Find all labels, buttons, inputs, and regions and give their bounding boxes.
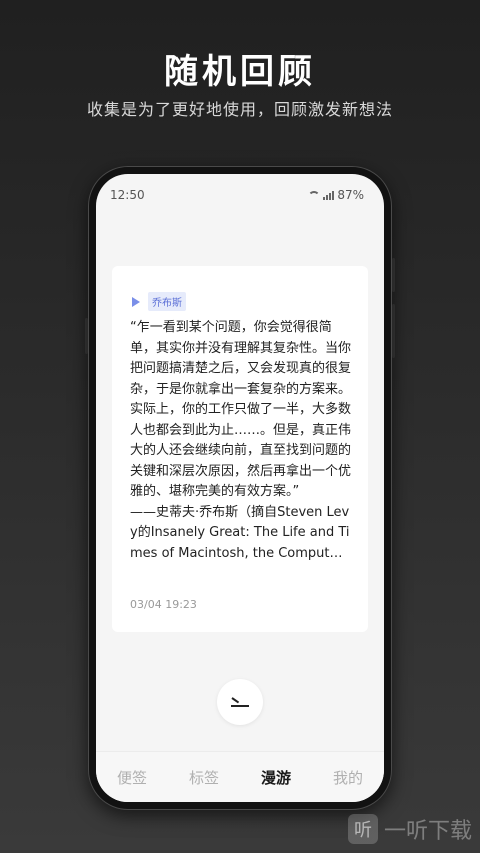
phone-side-button xyxy=(392,304,395,358)
memo-date: 03/04 19:23 xyxy=(130,598,197,611)
status-time: 12:50 xyxy=(110,188,145,202)
watermark-text: 一听下载 xyxy=(383,819,472,844)
tab-notes[interactable]: 便签 xyxy=(117,767,147,788)
phone-screen: 12:50 87% 乔布斯 “乍一看到某个问题，你会觉得很简单，其实你并没有理解… xyxy=(96,174,384,802)
watermark-logo: 听 xyxy=(347,814,378,844)
bottom-tab-bar: 便签 标签 漫游 我的 xyxy=(96,751,384,802)
wifi-icon xyxy=(308,190,321,200)
hero-subtitle: 收集是为了更好地使用，回顾激发新想法 xyxy=(86,100,393,119)
tag-row: 乔布斯 xyxy=(132,292,186,311)
phone-side-button xyxy=(392,258,395,292)
status-indicators: 87% xyxy=(308,188,364,202)
phone-frame: 12:50 87% 乔布斯 “乍一看到某个问题，你会觉得很简单，其实你并没有理解… xyxy=(88,166,392,810)
memo-tag[interactable]: 乔布斯 xyxy=(148,292,186,311)
tab-tags[interactable]: 标签 xyxy=(189,767,219,788)
memo-card[interactable]: 乔布斯 “乍一看到某个问题，你会觉得很简单，其实你并没有理解其复杂性。当你把问题… xyxy=(112,266,368,632)
back-button[interactable] xyxy=(217,679,263,725)
memo-content: “乍一看到某个问题，你会觉得很简单，其实你并没有理解其复杂性。当你把问题搞清楚之… xyxy=(130,320,352,561)
tab-mine[interactable]: 我的 xyxy=(333,767,363,788)
signal-icon xyxy=(323,190,335,200)
watermark: 听 一听下载 xyxy=(347,813,472,845)
back-arrow-icon xyxy=(231,697,249,707)
status-bar: 12:50 87% xyxy=(110,188,364,204)
battery-level: 87% xyxy=(337,188,364,202)
tab-roam[interactable]: 漫游 xyxy=(261,767,291,788)
hero-title: 随机回顾 xyxy=(164,52,316,92)
play-icon xyxy=(132,296,140,307)
